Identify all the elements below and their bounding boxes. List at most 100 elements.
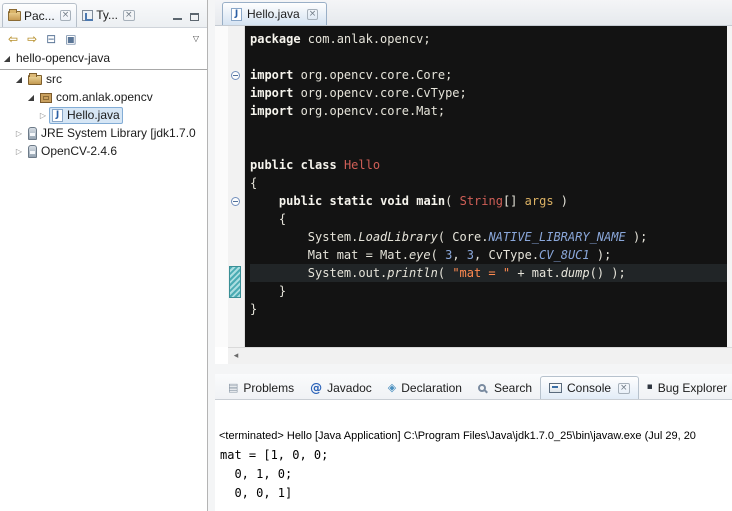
bottom-tab-declaration[interactable]: ◈Declaration bbox=[380, 376, 470, 399]
close-icon[interactable]: × bbox=[123, 10, 135, 21]
code-token: NATIVE_LIBRARY_NAME bbox=[488, 230, 625, 244]
code-token: ) bbox=[554, 194, 568, 208]
code-token: } bbox=[250, 284, 286, 298]
tree-item-label: com.anlak.opencv bbox=[56, 89, 153, 106]
tree-item[interactable]: ▷Hello.java bbox=[0, 107, 207, 125]
bottom-tab-bug-explorer[interactable]: ▪Bug Explorer bbox=[639, 376, 732, 399]
code-token: public bbox=[250, 158, 293, 172]
view-tab-label: Ty... bbox=[96, 8, 118, 22]
view-tab-type-hierarchy[interactable]: Ty... × bbox=[77, 3, 139, 27]
vertical-sash[interactable] bbox=[208, 0, 215, 511]
code-editor[interactable]: package com.anlak.opencv; import org.ope… bbox=[245, 26, 727, 347]
bottom-tab-javadoc[interactable]: @Javadoc bbox=[302, 376, 380, 399]
close-icon[interactable]: × bbox=[307, 9, 319, 20]
code-token: import bbox=[250, 68, 293, 82]
expand-arrow-icon[interactable]: ◢ bbox=[2, 50, 12, 67]
tree-item-label: JRE System Library [jdk1.7.0 bbox=[41, 125, 196, 142]
fold-collapse-icon[interactable] bbox=[231, 71, 240, 80]
view-tab-package-explorer[interactable]: Pac...× bbox=[2, 3, 77, 27]
code-token: 3 bbox=[467, 248, 474, 262]
back-icon[interactable]: ⇦ bbox=[8, 33, 18, 45]
tree-item[interactable]: ▷OpenCV-2.4.6 bbox=[0, 143, 207, 161]
code-line[interactable]: import org.opencv.core.Mat; bbox=[250, 102, 727, 120]
code-token: CV_8UC1 bbox=[539, 248, 590, 262]
tree-item-body[interactable]: OpenCV-2.4.6 bbox=[25, 143, 120, 160]
code-token: "mat = " bbox=[452, 266, 510, 280]
tree-item[interactable]: ▷ JRE System Library [jdk1.7.0 bbox=[0, 125, 207, 143]
forward-icon[interactable]: ⇨ bbox=[27, 33, 37, 45]
tree-item-label: src bbox=[46, 71, 62, 88]
code-line[interactable] bbox=[250, 120, 727, 138]
code-token: ); bbox=[590, 248, 612, 262]
minimize-icon[interactable] bbox=[173, 13, 182, 21]
console-output[interactable]: mat = [1, 0, 0; 0, 1, 0; 0, 0, 1] bbox=[220, 446, 328, 503]
editor-tab-label: Hello.java bbox=[247, 7, 300, 21]
code-token: , bbox=[452, 248, 466, 262]
tree-item-body[interactable]: hello-opencv-java bbox=[13, 50, 113, 67]
eclipse-workbench: Pac...×Ty...× ⇦⇨⊟▣▽ ◢hello-opencv-java◢s… bbox=[0, 0, 732, 511]
horizontal-sash[interactable] bbox=[215, 364, 732, 374]
code-line[interactable]: public static void main( String[] args ) bbox=[250, 192, 727, 210]
code-line[interactable]: } bbox=[250, 300, 727, 318]
code-line[interactable]: package com.anlak.opencv; bbox=[250, 30, 727, 48]
editor-body: package com.anlak.opencv; import org.ope… bbox=[215, 26, 732, 364]
bottom-tab-label: Console bbox=[567, 381, 611, 395]
horizontal-scrollbar[interactable]: ◂ bbox=[228, 347, 732, 364]
tree-item[interactable]: ◢hello-opencv-java bbox=[0, 50, 207, 68]
collapse-all-icon[interactable]: ⊟ bbox=[46, 33, 56, 45]
tree-item-body[interactable]: JRE System Library [jdk1.7.0 bbox=[25, 125, 199, 142]
code-token: args bbox=[525, 194, 554, 208]
expand-arrow-icon[interactable]: ▷ bbox=[14, 143, 24, 160]
close-icon[interactable]: × bbox=[60, 10, 72, 21]
code-token: dump bbox=[561, 266, 590, 280]
tree-item-body[interactable]: src bbox=[25, 71, 65, 88]
window-buttons bbox=[173, 13, 207, 27]
bottom-tab-problems[interactable]: ▤Problems bbox=[220, 376, 302, 399]
code-line[interactable]: System.LoadLibrary( Core.NATIVE_LIBRARY_… bbox=[250, 228, 727, 246]
bottom-tab-label: Javadoc bbox=[327, 381, 372, 395]
code-line[interactable]: System.out.println( "mat = " + mat.dump(… bbox=[250, 264, 727, 282]
editor-tab-hello-java[interactable]: Hello.java × bbox=[222, 2, 327, 25]
code-line[interactable]: { bbox=[250, 210, 727, 228]
scroll-left-icon[interactable]: ◂ bbox=[228, 348, 244, 364]
code-line[interactable] bbox=[250, 138, 727, 156]
bottom-tab-search[interactable]: Search bbox=[470, 376, 540, 399]
code-token: + mat. bbox=[510, 266, 561, 280]
code-line[interactable]: Mat mat = Mat.eye( 3, 3, CvType.CV_8UC1 … bbox=[250, 246, 727, 264]
java-file-icon bbox=[231, 8, 242, 21]
code-line[interactable]: import org.opencv.core.CvType; bbox=[250, 84, 727, 102]
code-line[interactable]: { bbox=[250, 174, 727, 192]
tree-item-body[interactable]: com.anlak.opencv bbox=[37, 89, 156, 106]
code-token: [] bbox=[503, 194, 525, 208]
fold-collapse-icon[interactable] bbox=[231, 197, 240, 206]
code-token: } bbox=[250, 302, 257, 316]
change-range-marker bbox=[229, 266, 241, 298]
code-line[interactable] bbox=[250, 48, 727, 66]
code-token: ( bbox=[438, 266, 452, 280]
code-token: static bbox=[330, 194, 373, 208]
code-line[interactable]: public class Hello bbox=[250, 156, 727, 174]
expand-arrow-icon[interactable]: ▷ bbox=[38, 107, 48, 124]
bottom-tab-console[interactable]: Console × bbox=[540, 376, 639, 399]
link-editor-icon[interactable]: ▣ bbox=[65, 33, 76, 45]
tree-item[interactable]: ◢ com.anlak.opencv bbox=[0, 89, 207, 107]
tree-item-body[interactable]: Hello.java bbox=[49, 107, 123, 124]
code-token: package bbox=[250, 32, 301, 46]
tree-item[interactable]: ◢ src bbox=[0, 71, 207, 89]
overview-ruler[interactable] bbox=[727, 26, 732, 347]
expand-arrow-icon[interactable]: ▷ bbox=[14, 125, 24, 142]
code-token: import bbox=[250, 104, 293, 118]
code-token: import bbox=[250, 86, 293, 100]
code-token: Mat mat = Mat. bbox=[250, 248, 409, 262]
library-icon bbox=[28, 145, 37, 158]
close-icon[interactable]: × bbox=[618, 383, 630, 394]
code-token: com.anlak.opencv; bbox=[301, 32, 431, 46]
code-line[interactable]: } bbox=[250, 282, 727, 300]
view-menu-icon[interactable]: ▽ bbox=[193, 33, 199, 45]
expand-arrow-icon[interactable]: ◢ bbox=[26, 89, 36, 106]
search-icon bbox=[478, 384, 486, 392]
library-icon bbox=[28, 127, 37, 140]
maximize-icon[interactable] bbox=[190, 13, 199, 21]
code-line[interactable]: import org.opencv.core.Core; bbox=[250, 66, 727, 84]
expand-arrow-icon[interactable]: ◢ bbox=[14, 71, 24, 88]
